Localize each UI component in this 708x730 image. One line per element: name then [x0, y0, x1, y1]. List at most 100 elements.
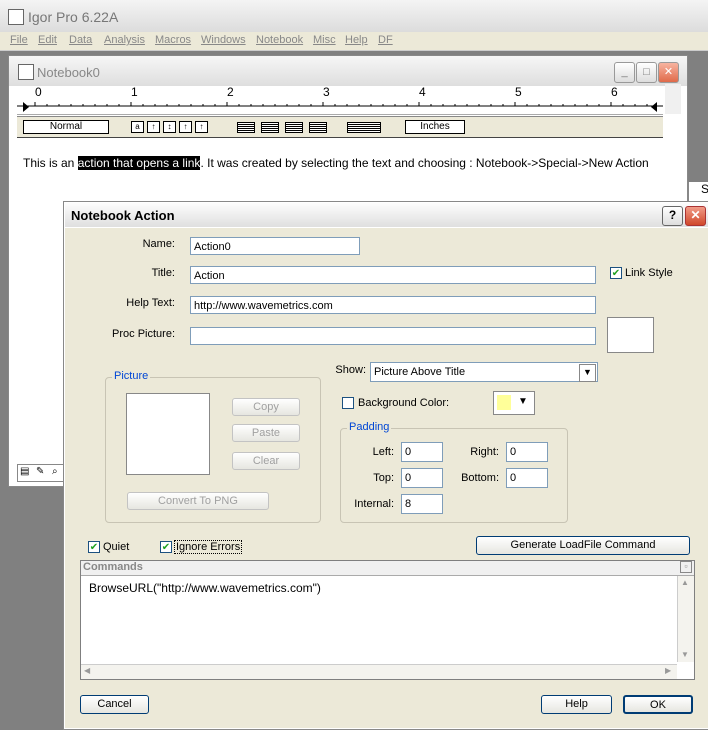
cancel-button[interactable]: Cancel — [80, 695, 149, 714]
background-color-label: Background Color: — [358, 397, 450, 409]
chevron-right-icon[interactable]: ▶ — [665, 666, 671, 675]
ruler-number: 4 — [419, 85, 426, 99]
page-icon[interactable]: ▤ — [20, 466, 29, 477]
menu-analysis[interactable]: Analysis — [104, 34, 145, 46]
left-input[interactable]: 0 — [401, 442, 443, 462]
line-spacing-icon[interactable] — [347, 122, 381, 133]
ruler[interactable]: 0 1 2 3 4 5 6 — [17, 85, 663, 115]
units-box[interactable]: Inches — [405, 120, 465, 134]
menu-windows[interactable]: Windows — [201, 34, 246, 46]
notebook-scrollbar[interactable] — [665, 84, 681, 114]
left-label: Left: — [372, 446, 394, 458]
generate-loadfile-button[interactable]: Generate LoadFile Command — [476, 536, 690, 555]
spacing-icon[interactable]: ↑ — [195, 121, 208, 133]
expand-icon[interactable]: ▫ — [680, 561, 692, 573]
ruler-toolbar: Normal a ↑ ↕ ↑ ↑ Inches — [17, 116, 663, 138]
pencil-icon[interactable]: ✎ — [36, 466, 44, 477]
chevron-down-icon[interactable]: ▼ — [579, 364, 596, 382]
menu-file[interactable]: File — [10, 34, 28, 46]
igor-app-icon — [8, 9, 24, 25]
right-label: Right: — [470, 446, 499, 458]
menu-help[interactable]: Help — [345, 34, 368, 46]
menu-macros[interactable]: Macros — [155, 34, 191, 46]
menu-df[interactable]: DF — [378, 34, 393, 46]
commands-text[interactable]: BrowseURL("http://www.wavemetrics.com") — [89, 581, 321, 595]
dialog-title: Notebook Action — [71, 208, 175, 223]
notebook-title: Notebook0 — [37, 65, 100, 80]
commands-vscroll[interactable]: ▲ ▼ — [677, 576, 694, 662]
clear-button[interactable]: Clear — [232, 452, 300, 470]
notebook-titlebar[interactable]: Notebook0 _ □ ✕ — [9, 56, 687, 86]
menu-notebook[interactable]: Notebook — [256, 34, 303, 46]
close-icon[interactable]: ✕ — [685, 206, 706, 226]
style-icon[interactable]: ↕ — [163, 121, 176, 133]
minimize-icon[interactable]: _ — [614, 62, 635, 83]
right-input[interactable]: 0 — [506, 442, 548, 462]
menu-data[interactable]: Data — [69, 34, 92, 46]
ruler-number: 6 — [611, 85, 618, 99]
font-icon[interactable]: a — [131, 121, 144, 133]
help-button[interactable]: Help — [541, 695, 612, 714]
picture-group-title: Picture — [112, 370, 151, 382]
app-titlebar[interactable]: Igor Pro 6.22A — [0, 0, 708, 32]
size-icon[interactable]: ↑ — [147, 121, 160, 133]
show-select[interactable]: Picture Above Title ▼ — [370, 362, 598, 382]
convert-to-png-button[interactable]: Convert To PNG — [127, 492, 269, 510]
commands-hscroll[interactable]: ◀ ▶ — [81, 664, 677, 679]
chevron-down-icon[interactable]: ▼ — [514, 392, 532, 412]
menu-misc[interactable]: Misc — [313, 34, 336, 46]
internal-input[interactable]: 8 — [401, 494, 443, 514]
align-center-icon[interactable] — [261, 122, 279, 133]
chevron-left-icon[interactable]: ◀ — [84, 666, 90, 675]
igor-app-window: Igor Pro 6.22A File Edit Data Analysis M… — [0, 0, 708, 730]
ruler-number: 2 — [227, 85, 234, 99]
commands-panel: Commands ▫ BrowseURL("http://www.wavemet… — [80, 560, 695, 680]
paste-button[interactable]: Paste — [232, 424, 300, 442]
align-right-icon[interactable] — [285, 122, 303, 133]
notebook-text[interactable]: This is an action that opens a link. It … — [23, 155, 653, 171]
background-color-picker[interactable]: ▼ — [493, 391, 535, 415]
menu-edit[interactable]: Edit — [38, 34, 57, 46]
align-justify-icon[interactable] — [309, 122, 327, 133]
quiet-label: Quiet — [103, 541, 130, 553]
ruler-name-box[interactable]: Normal — [23, 120, 109, 134]
ruler-number: 3 — [323, 85, 330, 99]
bottom-label: Bottom: — [461, 472, 499, 484]
name-input[interactable]: Action0 — [190, 237, 360, 255]
color-swatch — [497, 395, 511, 410]
notebook-icon — [18, 64, 34, 80]
dialog-titlebar[interactable]: Notebook Action ? ✕ — [65, 203, 708, 228]
name-label: Name: — [142, 238, 175, 250]
help-text-label: Help Text: — [126, 297, 175, 309]
padding-group-title: Padding — [347, 421, 392, 433]
title-label: Title: — [151, 267, 175, 279]
copy-button[interactable]: Copy — [232, 398, 300, 416]
magnifier-icon[interactable]: ⌕ — [52, 466, 58, 477]
title-input[interactable]: Action — [190, 266, 596, 284]
tab-icon[interactable]: ↑ — [179, 121, 192, 133]
close-icon[interactable]: ✕ — [658, 62, 679, 83]
notebook-status-icons[interactable]: ▤ ✎ ⌕ — [17, 464, 71, 482]
maximize-icon[interactable]: □ — [636, 62, 657, 83]
help-text-input[interactable]: http://www.wavemetrics.com — [190, 296, 596, 314]
background-color-checkbox[interactable] — [342, 397, 354, 409]
show-label: Show: — [335, 364, 366, 376]
app-title: Igor Pro 6.22A — [28, 9, 119, 25]
bottom-input[interactable]: 0 — [506, 468, 548, 488]
ruler-number: 0 — [35, 85, 42, 99]
chevron-up-icon[interactable]: ▲ — [681, 578, 689, 587]
top-input[interactable]: 0 — [401, 468, 443, 488]
help-icon[interactable]: ? — [662, 206, 683, 226]
link-style-checkbox[interactable]: ✔ — [610, 267, 622, 279]
align-left-icon[interactable] — [237, 122, 255, 133]
quiet-checkbox[interactable]: ✔ — [88, 541, 100, 553]
ignore-errors-checkbox[interactable]: ✔ — [160, 541, 172, 553]
ruler-number: 1 — [131, 85, 138, 99]
action-link[interactable]: action that opens a link — [77, 156, 201, 170]
commands-header: Commands ▫ — [81, 561, 694, 576]
ruler-ticks — [17, 102, 663, 112]
proc-picture-input[interactable] — [190, 327, 596, 345]
chevron-down-icon[interactable]: ▼ — [681, 650, 689, 659]
text-after: . It was created by selecting the text a… — [200, 156, 649, 170]
ok-button[interactable]: OK — [623, 695, 693, 714]
